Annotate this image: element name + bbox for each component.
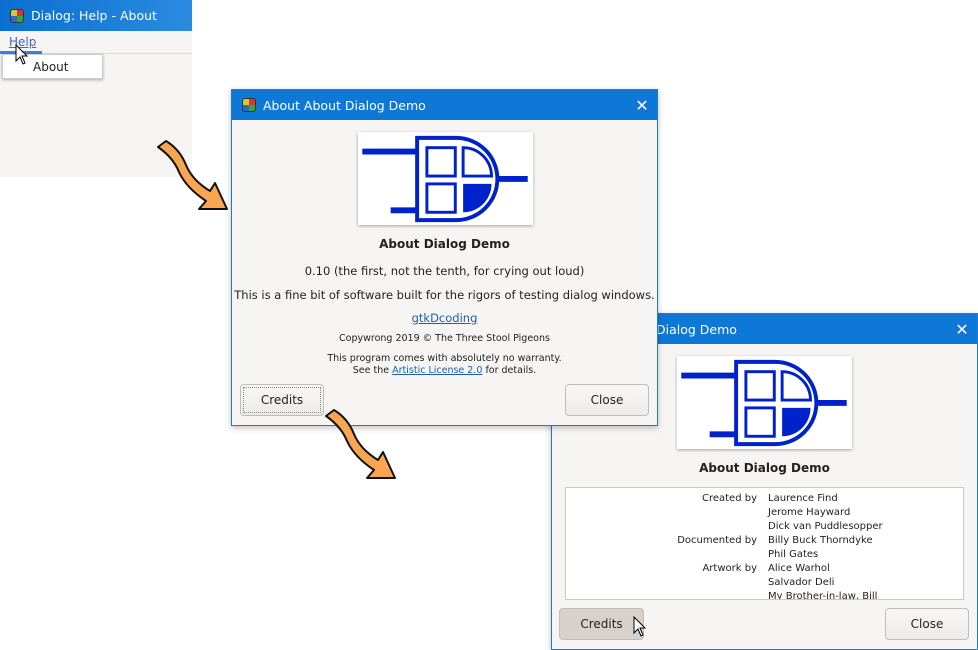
credit-row: Phil Gates (566, 549, 963, 563)
dialog-title: Dialog Demo (656, 321, 737, 337)
warranty-line: This program comes with absolutely no wa… (327, 353, 562, 364)
credit-name: Laurence Find (768, 493, 838, 504)
credit-role: Artwork by (702, 563, 757, 574)
credits-button[interactable]: Credits (240, 384, 324, 416)
mouse-pointer-icon (633, 616, 647, 637)
arrow-icon (325, 409, 396, 479)
website-link[interactable]: gtkDcoding (412, 311, 478, 325)
credit-row: Jerome Hayward (566, 507, 963, 521)
version: 0.10 (the first, not the tenth, for cryi… (304, 264, 585, 278)
credit-row: Created by Laurence Find (566, 493, 963, 507)
program-name: About Dialog Demo (699, 461, 830, 475)
credit-name: Billy Buck Thorndyke (768, 535, 873, 546)
license-link[interactable]: Artistic License 2.0 (392, 365, 482, 376)
title-bar: Dialog: Help - About (0, 0, 192, 31)
window-title: Dialog: Help - About (31, 8, 157, 23)
credit-name: Jerome Hayward (768, 507, 851, 518)
credit-row: Artwork by Alice Warhol (566, 563, 963, 577)
copyright: Copywrong 2019 © The Three Stool Pigeons (339, 333, 550, 344)
close-button[interactable]: Close (885, 608, 969, 640)
about-dialog: About About Dialog Demo ✕ About Dialog D… (231, 89, 658, 426)
program-logo (677, 356, 852, 449)
credit-name: Salvador Deli (768, 577, 835, 588)
credit-row: My Brother-in-law, Bill (566, 591, 963, 600)
credit-row: Dick van Puddlesopper (566, 521, 963, 535)
credits-button[interactable]: Credits (559, 608, 644, 640)
credit-role: Created by (701, 493, 757, 504)
title-bar: About About Dialog Demo ✕ (232, 90, 657, 120)
dialog-title: About About Dialog Demo (263, 97, 426, 113)
credit-row: Salvador Deli (566, 577, 963, 591)
credits-list[interactable]: Created by Laurence Find Jerome Hayward Dic… (565, 487, 964, 600)
program-name: About Dialog Demo (379, 237, 510, 251)
credit-role: Documented by (677, 535, 757, 546)
credit-name: Phil Gates (768, 549, 819, 560)
program-logo (358, 132, 533, 225)
arrow-icon (157, 140, 228, 210)
menu-item-about[interactable]: About (33, 60, 68, 74)
credit-row: Documented by Billy Buck Thorndyke (566, 535, 963, 549)
comments: This is a fine bit of software built for… (234, 288, 655, 302)
warranty-text: See the (352, 365, 393, 376)
app-icon (242, 98, 256, 112)
close-button[interactable]: Close (565, 384, 649, 416)
warranty-text: for details. (482, 365, 537, 376)
close-icon[interactable]: ✕ (627, 96, 657, 115)
close-icon[interactable]: ✕ (947, 320, 977, 339)
mouse-pointer-icon (15, 44, 29, 65)
app-icon (10, 8, 24, 23)
credit-name: My Brother-in-law, Bill (768, 591, 878, 600)
credit-name: Dick van Puddlesopper (768, 521, 883, 532)
credit-name: Alice Warhol (768, 563, 830, 574)
